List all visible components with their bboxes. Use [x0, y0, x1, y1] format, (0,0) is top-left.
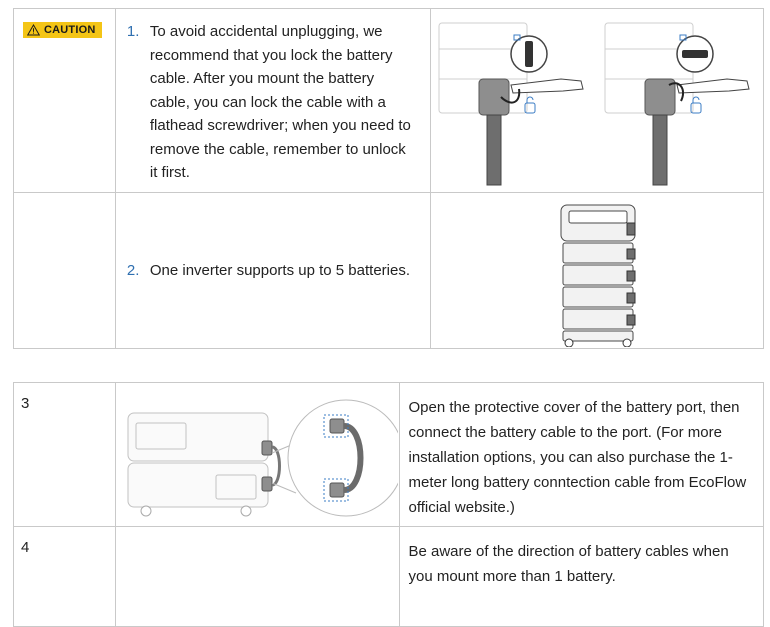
row-4-number-cell: 4	[13, 526, 116, 627]
caution-label: CAUTION	[44, 24, 96, 36]
row-4-image-cell	[114, 526, 401, 627]
battery-port-connection-illustration	[127, 399, 398, 517]
row-text: Open the protective cover of the battery…	[408, 399, 747, 516]
step-2-text-cell: 2. One inverter supports up to 5 batteri…	[114, 192, 432, 349]
row-4-text-cell: Be aware of the direction of battery cab…	[399, 526, 764, 627]
caution-table: CAUTION 1. To avoid accidental unpluggin…	[13, 8, 764, 349]
step-2: 2. One inverter supports up to 5 batteri…	[116, 259, 430, 283]
row-text: Be aware of the direction of battery cab…	[408, 543, 729, 585]
cable-lock-left	[478, 34, 584, 186]
warning-triangle-icon	[27, 24, 40, 36]
step-2-image-cell	[430, 192, 764, 349]
cable-lock-right	[644, 34, 750, 186]
battery-stack-illustration	[560, 204, 636, 347]
step-1-text-cell: 1. To avoid accidental unplugging, we re…	[114, 8, 432, 193]
row-3-number-cell: 3	[13, 382, 116, 527]
row-number: 4	[21, 539, 30, 556]
step-text: To avoid accidental unplugging, we recom…	[149, 23, 411, 181]
row-number: 3	[21, 395, 30, 412]
step-1-image-cell	[430, 8, 764, 193]
row-3-image-cell	[114, 382, 401, 527]
step-text: One inverter supports up to 5 batteries.	[149, 261, 411, 279]
row-3-text-cell: Open the protective cover of the battery…	[399, 382, 764, 527]
step-1: 1. To avoid accidental unplugging, we re…	[116, 9, 430, 185]
caution-badge: CAUTION	[23, 22, 102, 38]
caution-cell: CAUTION	[13, 8, 116, 193]
lock-battery-cable-illustration	[438, 22, 750, 186]
connection-table: 3 Open the protective cover of the batte…	[13, 382, 764, 627]
empty-cell	[13, 192, 116, 349]
step-number: 1.	[126, 23, 140, 40]
step-number: 2.	[126, 261, 140, 279]
